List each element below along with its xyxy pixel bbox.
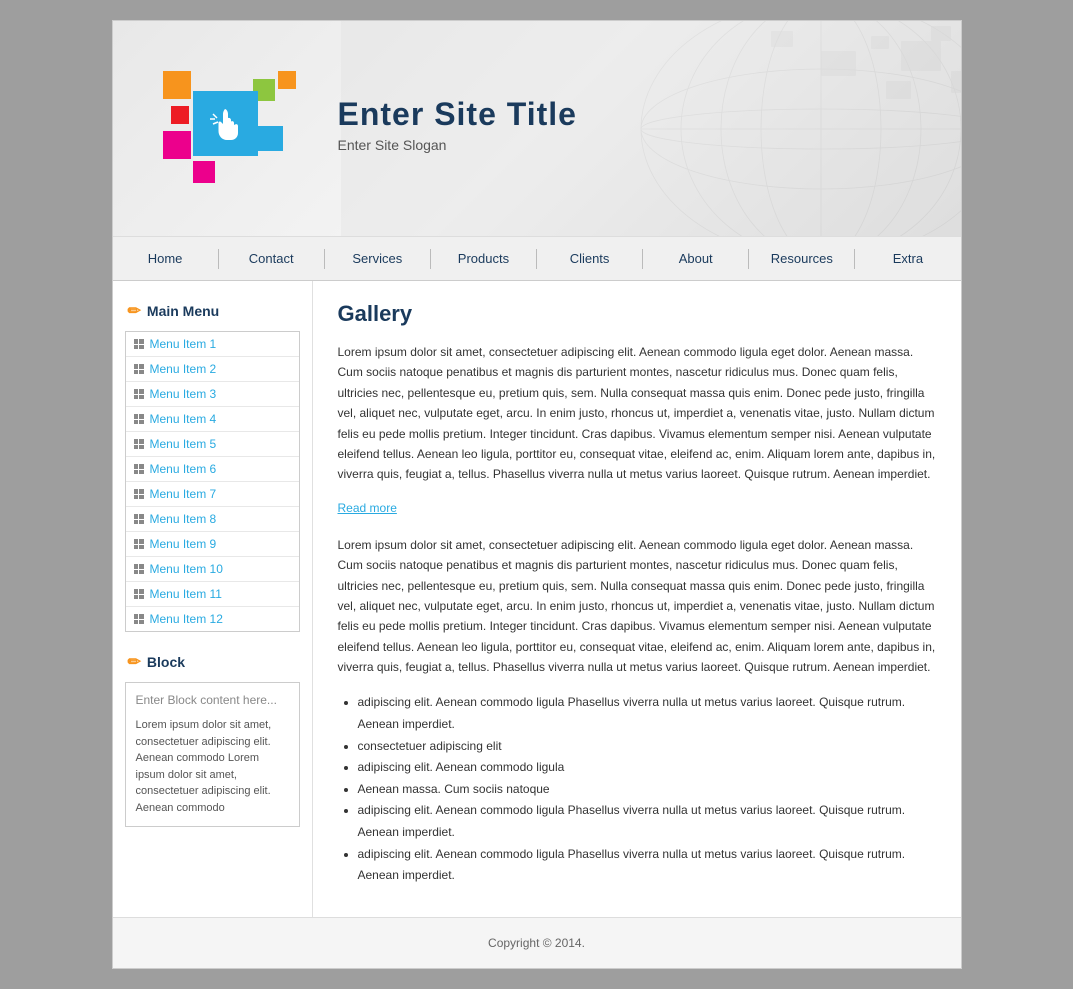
nav-item-services[interactable]: Services [325, 237, 430, 280]
nav-item-contact[interactable]: Contact [219, 237, 324, 280]
sidebar-item-menu2[interactable]: Menu Item 2 [126, 357, 299, 382]
header: Enter Site Title Enter Site Slogan [113, 21, 961, 236]
logo-center-block [193, 91, 258, 156]
sidebar-item-menu4[interactable]: Menu Item 4 [126, 407, 299, 432]
nav-link-extra[interactable]: Extra [855, 237, 960, 280]
logo-block-orange-tr2 [278, 71, 296, 89]
block-lorem-text: Lorem ipsum dolor sit amet, consectetuer… [136, 717, 289, 816]
content-paragraph-2: Lorem ipsum dolor sit amet, consectetuer… [338, 535, 936, 678]
hand-click-icon [205, 104, 245, 144]
nav-link-home[interactable]: Home [113, 237, 218, 280]
bullet-item-1: consectetuer adipiscing elit [358, 736, 936, 758]
logo-block-pink-bl [163, 131, 191, 159]
nav-item-about[interactable]: About [643, 237, 748, 280]
logo-block-blue-br [258, 126, 283, 151]
sidebar-item-menu9[interactable]: Menu Item 9 [126, 532, 299, 557]
gallery-title: Gallery [338, 301, 936, 327]
content-paragraph-1: Lorem ipsum dolor sit amet, consectetuer… [338, 342, 936, 485]
grid-icon-1 [134, 339, 144, 349]
header-logo [163, 71, 323, 201]
block-section-title: ✏ Block [113, 652, 312, 682]
footer-copyright: Copyright © 2014. [488, 936, 585, 950]
sidebar: ✏ Main Menu Menu Item 1 Menu Item 2 Menu… [113, 281, 313, 917]
pencil-icon: ✏ [128, 301, 141, 321]
nav-link-about[interactable]: About [643, 237, 748, 280]
nav-item-home[interactable]: Home [113, 237, 218, 280]
logo-blocks [163, 71, 323, 201]
nav-item-clients[interactable]: Clients [537, 237, 642, 280]
grid-icon-7 [134, 489, 144, 499]
site-title: Enter Site Title [338, 96, 577, 133]
read-more-link[interactable]: Read more [338, 501, 397, 515]
page-wrapper: Enter Site Title Enter Site Slogan Home … [112, 20, 962, 969]
sidebar-item-menu10[interactable]: Menu Item 10 [126, 557, 299, 582]
grid-icon-4 [134, 414, 144, 424]
sidebar-item-menu1[interactable]: Menu Item 1 [126, 332, 299, 357]
site-slogan: Enter Site Slogan [338, 137, 577, 153]
pencil-icon-block: ✏ [128, 652, 141, 672]
footer: Copyright © 2014. [113, 917, 961, 968]
sidebar-item-menu11[interactable]: Menu Item 11 [126, 582, 299, 607]
nav-link-clients[interactable]: Clients [537, 237, 642, 280]
grid-icon-8 [134, 514, 144, 524]
logo-block-orange-tl [163, 71, 191, 99]
header-text: Enter Site Title Enter Site Slogan [338, 96, 577, 153]
sidebar-item-menu8[interactable]: Menu Item 8 [126, 507, 299, 532]
nav-link-services[interactable]: Services [325, 237, 430, 280]
grid-icon-3 [134, 389, 144, 399]
sidebar-item-menu6[interactable]: Menu Item 6 [126, 457, 299, 482]
block-enter-text: Enter Block content here... [136, 693, 289, 707]
bullet-list: adipiscing elit. Aenean commodo ligula P… [358, 692, 936, 886]
nav-item-extra[interactable]: Extra [855, 237, 960, 280]
grid-icon-10 [134, 564, 144, 574]
bullet-item-0: adipiscing elit. Aenean commodo ligula P… [358, 692, 936, 735]
grid-icon-11 [134, 589, 144, 599]
logo-block-red [171, 106, 189, 124]
nav-link-products[interactable]: Products [431, 237, 536, 280]
sidebar-item-menu5[interactable]: Menu Item 5 [126, 432, 299, 457]
bullet-item-3: Aenean massa. Cum sociis natoque [358, 779, 936, 801]
nav-bar: Home Contact Services Products Clients A… [113, 236, 961, 281]
nav-list: Home Contact Services Products Clients A… [113, 237, 961, 280]
menu-box: Menu Item 1 Menu Item 2 Menu Item 3 Menu… [125, 331, 300, 632]
sidebar-item-menu7[interactable]: Menu Item 7 [126, 482, 299, 507]
grid-icon-12 [134, 614, 144, 624]
nav-link-contact[interactable]: Contact [219, 237, 324, 280]
bullet-item-4: adipiscing elit. Aenean commodo ligula P… [358, 800, 936, 843]
sidebar-item-menu12[interactable]: Menu Item 12 [126, 607, 299, 631]
nav-link-resources[interactable]: Resources [749, 237, 854, 280]
block-content-box: Enter Block content here... Lorem ipsum … [125, 682, 300, 827]
bullet-item-5: adipiscing elit. Aenean commodo ligula P… [358, 844, 936, 887]
content-area: ✏ Main Menu Menu Item 1 Menu Item 2 Menu… [113, 281, 961, 917]
sidebar-item-menu3[interactable]: Menu Item 3 [126, 382, 299, 407]
grid-icon-6 [134, 464, 144, 474]
logo-block-pink-bl2 [193, 161, 215, 183]
main-content: Gallery Lorem ipsum dolor sit amet, cons… [313, 281, 961, 917]
nav-item-products[interactable]: Products [431, 237, 536, 280]
bullet-item-2: adipiscing elit. Aenean commodo ligula [358, 757, 936, 779]
main-menu-title: ✏ Main Menu [113, 301, 312, 331]
grid-icon-2 [134, 364, 144, 374]
grid-icon-5 [134, 439, 144, 449]
nav-item-resources[interactable]: Resources [749, 237, 854, 280]
grid-icon-9 [134, 539, 144, 549]
